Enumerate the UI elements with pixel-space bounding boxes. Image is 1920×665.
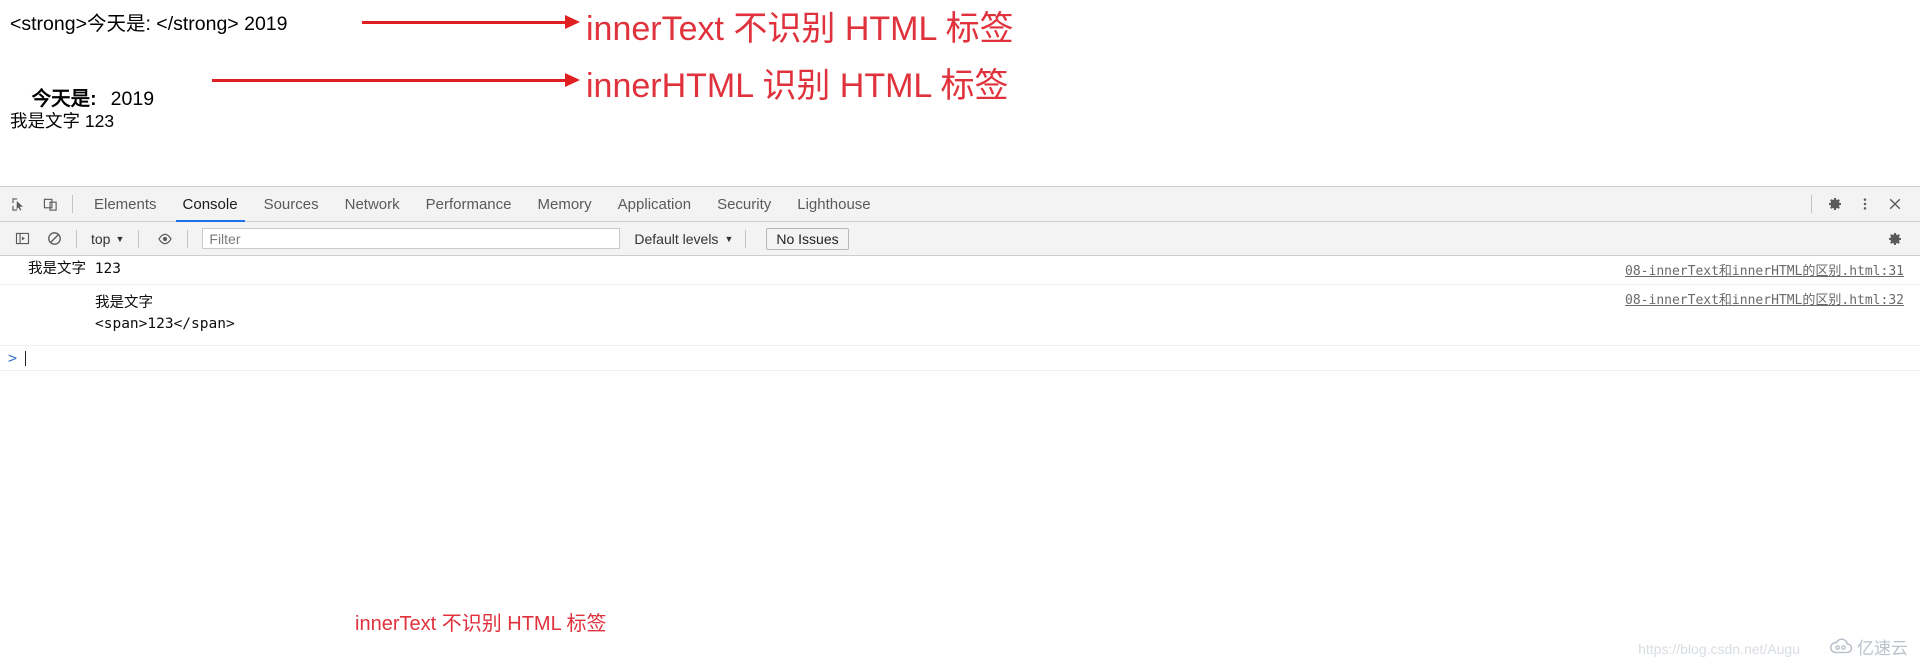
annotation-arrow-innertext [362,12,580,32]
console-message-row[interactable]: 我是文字 123 08-innerText和innerHTML的区别.html:… [0,256,1920,286]
live-expression-eye-icon[interactable] [151,225,179,253]
tab-lighthouse[interactable]: Lighthouse [784,187,883,222]
tab-console[interactable]: Console [170,187,251,222]
console-source-link[interactable]: 08-innerText和innerHTML的区别.html:31 [1625,260,1904,279]
execution-context-label: top [91,230,111,247]
page-text-year-value: 2019 [110,88,155,110]
console-log-levels-label: Default levels [634,230,719,247]
toolbar-divider [187,229,189,248]
console-source-link[interactable]: 08-innerText和innerHTML的区别.html:32 [1625,289,1904,308]
console-message-text: 我是文字 <span>123</span> [0,293,235,335]
arrow-head [565,73,580,87]
annotation-label-console-innertext: innerText 不识别 HTML 标签 [355,613,607,635]
tab-performance[interactable]: Performance [413,187,525,222]
text-cursor [25,350,27,366]
no-issues-button[interactable]: No Issues [766,227,849,250]
toolbar-divider [72,195,73,213]
console-message-rest: 123 [86,261,121,277]
console-message-cjk: 我是文字 [95,295,153,312]
watermark-logo: 亿速云 [1828,634,1908,659]
console-filter-input[interactable] [202,228,621,249]
console-toolbar-actions [1880,225,1920,253]
console-log-levels-selector[interactable]: Default levels ▼ [630,229,737,249]
gear-icon[interactable] [1820,190,1850,218]
console-filter-toolbar: top ▼ Default levels ▼ No Issues [0,222,1920,256]
tab-security[interactable]: Security [704,187,784,222]
console-message-text: 我是文字 123 [0,259,121,280]
cloud-logo-icon [1828,638,1854,655]
browser-page-content: <strong>今天是: </strong> 2019 今天是: 2019 我是文… [0,0,1920,186]
console-message-cjk: 我是文字 [28,261,86,277]
watermark-url: https://blog.csdn.net/Augu [1638,641,1800,657]
console-message-rest: <span>123</span> [95,316,235,333]
device-toolbar-icon[interactable] [36,190,64,218]
tab-network[interactable]: Network [332,187,413,222]
console-message-list: 我是文字 123 08-innerText和innerHTML的区别.html:… [0,256,1920,372]
tab-memory[interactable]: Memory [525,187,605,222]
page-text-bold-label: 今天是: [31,88,97,110]
devtools-tabbar: Elements Console Sources Network Performance… [0,187,1920,222]
more-options-icon[interactable] [1850,190,1880,218]
toolbar-divider [1811,195,1812,213]
tab-elements[interactable]: Elements [81,187,170,222]
execution-context-selector[interactable]: top ▼ [85,229,130,249]
toolbar-divider [138,229,140,248]
console-sidebar-icon[interactable] [8,225,36,253]
page-text-innertext-output: <strong>今天是: </strong> 2019 [10,13,288,35]
clear-console-icon[interactable] [40,225,68,253]
arrow-shaft [362,21,566,24]
inspect-element-icon[interactable] [4,190,32,218]
devtools-panel: Elements Console Sources Network Performance… [0,186,1920,665]
devtools-tab-list: Elements Console Sources Network Performance… [81,187,884,222]
toolbar-divider [745,229,747,248]
prompt-caret-icon: > [8,349,18,368]
console-settings-gear-icon[interactable] [1880,225,1910,253]
tab-application[interactable]: Application [605,187,704,222]
page-text-third-line: 我是文字 123 [10,111,115,131]
devtools-tabbar-actions [1803,190,1920,218]
chevron-down-icon: ▼ [115,233,125,244]
annotation-arrow-innerhtml [212,70,580,90]
console-input-prompt[interactable]: > [0,346,1920,372]
toolbar-divider [76,229,77,248]
arrow-shaft [212,79,566,82]
console-message-row[interactable]: 我是文字 <span>123</span> 08-innerText和inner… [0,285,1920,347]
annotation-label-innerhtml: innerHTML 识别 HTML 标签 [586,67,1009,105]
watermark-logo-text: 亿速云 [1857,639,1908,658]
annotation-label-innertext: innerText 不识别 HTML 标签 [586,10,1014,48]
arrow-head [565,15,580,29]
tab-sources[interactable]: Sources [251,187,332,222]
chevron-down-icon: ▼ [724,233,734,244]
close-icon[interactable] [1880,190,1910,218]
